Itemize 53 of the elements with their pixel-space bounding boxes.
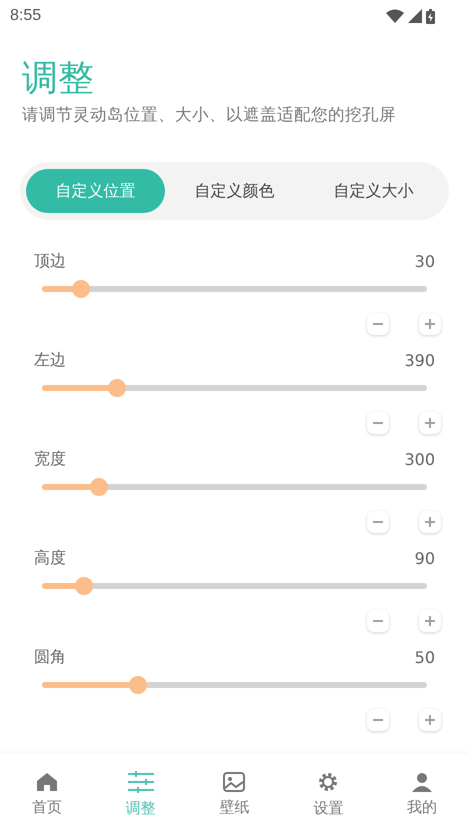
minus-button[interactable]	[367, 610, 389, 632]
sliders-icon	[128, 770, 154, 792]
plus-button[interactable]	[419, 511, 441, 533]
slider-value: 300	[404, 450, 435, 468]
slider-value: 90	[414, 548, 435, 568]
nav-item[interactable]: 设置	[281, 754, 376, 834]
slider-value: 50	[414, 648, 435, 666]
plus-button[interactable]	[419, 313, 441, 335]
plus-button[interactable]	[419, 610, 441, 632]
plus-icon	[425, 517, 435, 527]
slider-value: 30	[414, 252, 435, 270]
tab[interactable]: 自定义大小	[304, 169, 443, 213]
minus-button[interactable]	[367, 709, 389, 731]
page-subtitle: 请调节灵动岛位置、大小、以遮盖适配您的挖孔屏	[22, 104, 397, 126]
tab[interactable]: 自定义位置	[26, 169, 165, 213]
slider-label: 左边	[34, 350, 66, 370]
slider[interactable]	[42, 676, 427, 694]
slider-label: 高度	[34, 548, 66, 568]
plus-button[interactable]	[419, 412, 441, 434]
slider-label: 圆角	[34, 646, 66, 668]
minus-icon	[373, 620, 383, 622]
minus-button[interactable]	[367, 313, 389, 335]
slider[interactable]	[42, 577, 427, 595]
plus-icon	[425, 319, 435, 329]
plus-button[interactable]	[419, 709, 441, 731]
minus-button[interactable]	[367, 412, 389, 434]
slider[interactable]	[42, 280, 427, 298]
page-title: 调整	[22, 57, 95, 101]
gear-icon	[317, 770, 340, 792]
minus-button[interactable]	[367, 511, 389, 533]
signal-icon	[408, 9, 422, 23]
home-icon	[36, 772, 58, 792]
slider-label: 宽度	[34, 448, 66, 470]
wifi-icon	[386, 9, 404, 23]
person-icon	[412, 772, 432, 792]
image-icon	[223, 772, 246, 792]
plus-icon	[425, 715, 435, 725]
plus-icon	[425, 616, 435, 626]
tab[interactable]: 自定义颜色	[165, 169, 304, 213]
nav-item[interactable]: 壁纸	[188, 754, 282, 834]
nav-item[interactable]: 首页	[0, 754, 94, 834]
slider[interactable]	[42, 478, 427, 496]
minus-icon	[373, 323, 383, 325]
slider-value: 390	[404, 350, 435, 370]
minus-icon	[373, 422, 383, 424]
minus-icon	[373, 521, 383, 523]
status-time: 8:55	[10, 7, 42, 25]
plus-icon	[425, 418, 435, 428]
minus-icon	[373, 719, 383, 721]
slider-label: 顶边	[34, 250, 66, 272]
slider[interactable]	[42, 379, 427, 397]
battery-icon	[426, 8, 435, 24]
nav-item[interactable]: 我的	[375, 754, 469, 834]
